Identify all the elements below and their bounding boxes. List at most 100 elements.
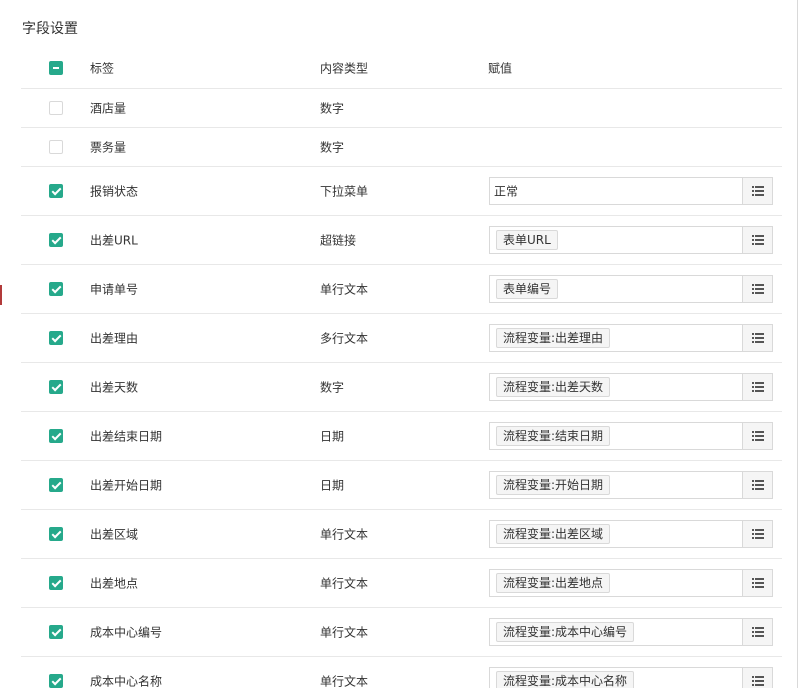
value-tag: 流程变量:出差理由 bbox=[496, 328, 611, 348]
field-table: 标签 内容类型 赋值 酒店量 数字 票务量 数字 报销状态 下拉菜单 正常 出差URL 超链接表… bbox=[21, 48, 782, 688]
row-label: 成本中心名称 bbox=[90, 674, 163, 688]
value-tag: 流程变量:出差地点 bbox=[496, 573, 611, 593]
value-picker-button[interactable] bbox=[742, 374, 772, 400]
value-tag: 流程变量:成本中心名称 bbox=[496, 671, 635, 688]
row-content-type: 数字 bbox=[320, 380, 345, 395]
row-label: 出差URL bbox=[90, 233, 138, 248]
row-label: 出差结束日期 bbox=[90, 429, 163, 444]
row-content-type: 单行文本 bbox=[320, 674, 369, 688]
table-row: 出差地点 单行文本 流程变量:出差地点 bbox=[21, 559, 782, 608]
row-checkbox[interactable] bbox=[49, 576, 63, 590]
table-body: 酒店量 数字 票务量 数字 报销状态 下拉菜单 正常 出差URL 超链接 表单URL 申请单号 单行文… bbox=[21, 89, 782, 688]
list-icon bbox=[752, 186, 764, 196]
row-checkbox[interactable] bbox=[49, 101, 63, 115]
table-row: 报销状态 下拉菜单 正常 bbox=[21, 167, 782, 216]
table-row: 出差区域 单行文本 流程变量:出差区域 bbox=[21, 510, 782, 559]
column-header-value: 赋值 bbox=[488, 61, 513, 76]
value-field[interactable]: 流程变量:结束日期 bbox=[489, 422, 773, 450]
value-tag: 表单URL bbox=[496, 230, 558, 250]
row-content-type: 单行文本 bbox=[320, 625, 369, 640]
row-label: 酒店量 bbox=[90, 101, 127, 116]
row-content-type: 多行文本 bbox=[320, 331, 369, 346]
value-field[interactable]: 流程变量:出差天数 bbox=[489, 373, 773, 401]
value-picker-button[interactable] bbox=[742, 472, 772, 498]
value-picker-button[interactable] bbox=[742, 178, 772, 204]
row-content-type: 数字 bbox=[320, 140, 345, 155]
row-label: 申请单号 bbox=[90, 282, 139, 297]
row-checkbox[interactable] bbox=[49, 380, 63, 394]
value-field[interactable]: 流程变量:出差地点 bbox=[489, 569, 773, 597]
row-content-type: 单行文本 bbox=[320, 527, 369, 542]
value-tag: 流程变量:出差天数 bbox=[496, 377, 611, 397]
value-picker-button[interactable] bbox=[742, 423, 772, 449]
list-icon bbox=[752, 235, 764, 245]
row-content-type: 日期 bbox=[320, 478, 345, 493]
value-picker-button[interactable] bbox=[742, 668, 772, 688]
list-icon bbox=[752, 627, 764, 637]
table-row: 成本中心名称 单行文本 流程变量:成本中心名称 bbox=[21, 657, 782, 688]
value-field[interactable]: 流程变量:成本中心编号 bbox=[489, 618, 773, 646]
row-content-type: 下拉菜单 bbox=[320, 184, 369, 199]
list-icon bbox=[752, 578, 764, 588]
value-field[interactable]: 表单编号 bbox=[489, 275, 773, 303]
table-row: 成本中心编号 单行文本 流程变量:成本中心编号 bbox=[21, 608, 782, 657]
row-label: 报销状态 bbox=[90, 184, 139, 199]
table-row: 出差URL 超链接 表单URL bbox=[21, 216, 782, 265]
row-checkbox[interactable] bbox=[49, 625, 63, 639]
list-icon bbox=[752, 382, 764, 392]
value-tag: 流程变量:成本中心编号 bbox=[496, 622, 635, 642]
value-tag: 流程变量:开始日期 bbox=[496, 475, 611, 495]
row-checkbox[interactable] bbox=[49, 429, 63, 443]
list-icon bbox=[752, 284, 764, 294]
section-title: 字段设置 bbox=[22, 21, 78, 37]
value-field[interactable]: 正常 bbox=[489, 177, 773, 205]
table-row: 出差天数 数字 流程变量:出差天数 bbox=[21, 363, 782, 412]
value-field[interactable]: 流程变量:成本中心名称 bbox=[489, 667, 773, 688]
table-header: 标签 内容类型 赋值 bbox=[21, 48, 782, 89]
column-header-type: 内容类型 bbox=[320, 61, 369, 76]
row-label: 出差地点 bbox=[90, 576, 139, 591]
row-checkbox[interactable] bbox=[49, 184, 63, 198]
row-checkbox[interactable] bbox=[49, 331, 63, 345]
list-icon bbox=[752, 480, 764, 490]
table-row: 出差开始日期 日期 流程变量:开始日期 bbox=[21, 461, 782, 510]
row-label: 出差理由 bbox=[90, 331, 139, 346]
row-checkbox[interactable] bbox=[49, 282, 63, 296]
column-header-label: 标签 bbox=[90, 61, 115, 76]
row-checkbox[interactable] bbox=[49, 233, 63, 247]
list-icon bbox=[752, 333, 764, 343]
value-picker-button[interactable] bbox=[742, 325, 772, 351]
table-row: 酒店量 数字 bbox=[21, 89, 782, 128]
value-text: 正常 bbox=[494, 184, 519, 199]
value-field[interactable]: 表单URL bbox=[489, 226, 773, 254]
field-settings-panel: 字段设置 标签 内容类型 赋值 酒店量 数字 票务量 数字 报销状态 下拉菜单 正常 出差UR… bbox=[0, 0, 798, 688]
value-picker-button[interactable] bbox=[742, 619, 772, 645]
row-content-type: 数字 bbox=[320, 101, 345, 116]
row-label: 成本中心编号 bbox=[90, 625, 163, 640]
left-edge-marker bbox=[0, 285, 2, 305]
row-label: 票务量 bbox=[90, 140, 127, 155]
row-checkbox[interactable] bbox=[49, 478, 63, 492]
value-picker-button[interactable] bbox=[742, 276, 772, 302]
table-row: 申请单号 单行文本 表单编号 bbox=[21, 265, 782, 314]
select-all-checkbox[interactable] bbox=[49, 61, 63, 75]
row-content-type: 日期 bbox=[320, 429, 345, 444]
row-label: 出差开始日期 bbox=[90, 478, 163, 493]
row-content-type: 单行文本 bbox=[320, 282, 369, 297]
list-icon bbox=[752, 676, 764, 686]
row-checkbox[interactable] bbox=[49, 674, 63, 688]
row-checkbox[interactable] bbox=[49, 527, 63, 541]
value-picker-button[interactable] bbox=[742, 521, 772, 547]
value-field[interactable]: 流程变量:出差区域 bbox=[489, 520, 773, 548]
list-icon bbox=[752, 529, 764, 539]
value-field[interactable]: 流程变量:开始日期 bbox=[489, 471, 773, 499]
list-icon bbox=[752, 431, 764, 441]
row-checkbox[interactable] bbox=[49, 140, 63, 154]
value-tag: 流程变量:出差区域 bbox=[496, 524, 611, 544]
value-picker-button[interactable] bbox=[742, 227, 772, 253]
value-field[interactable]: 流程变量:出差理由 bbox=[489, 324, 773, 352]
table-row: 出差结束日期 日期 流程变量:结束日期 bbox=[21, 412, 782, 461]
value-picker-button[interactable] bbox=[742, 570, 772, 596]
table-row: 出差理由 多行文本 流程变量:出差理由 bbox=[21, 314, 782, 363]
table-row: 票务量 数字 bbox=[21, 128, 782, 167]
